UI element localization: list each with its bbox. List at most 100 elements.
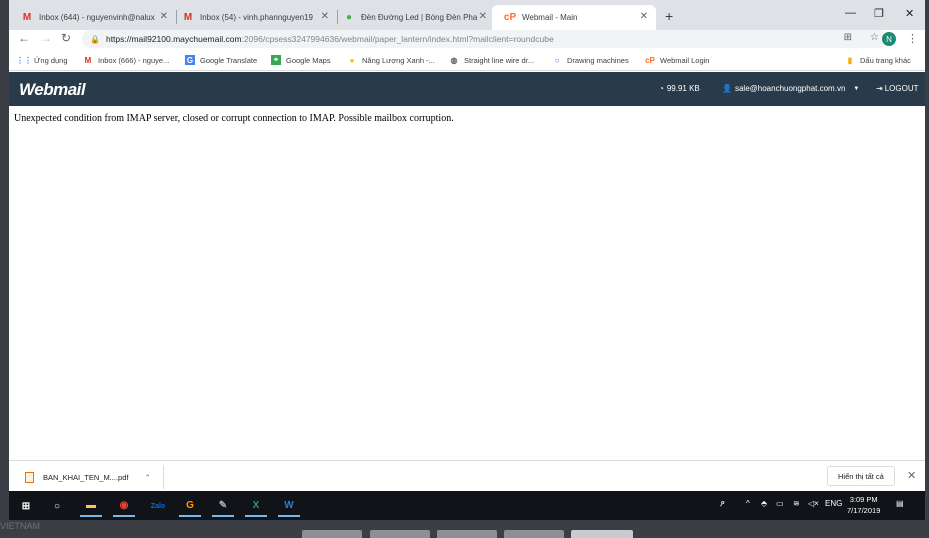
logout-label: LOGOUT bbox=[884, 84, 919, 93]
tab-webmail[interactable]: cP Webmail - Main ✕ bbox=[492, 5, 656, 30]
url-path: :2096/cpsess3247994636/webmail/paper_lan… bbox=[241, 34, 554, 44]
browser-window: M Inbox (644) - nguyenvinh@nalux ✕ M Inb… bbox=[9, 0, 925, 520]
close-icon[interactable]: ✕ bbox=[321, 11, 329, 22]
quota-indicator[interactable]: ◔ 99.91 KB bbox=[659, 84, 700, 93]
bookmark-label: Google Maps bbox=[286, 55, 331, 65]
more-menu-icon[interactable]: ⋮ bbox=[907, 32, 918, 45]
forward-button[interactable]: → bbox=[40, 31, 52, 45]
notification-icon[interactable]: ▤ bbox=[896, 499, 904, 508]
background-window bbox=[437, 530, 497, 538]
browser-toolbar: ← → ↻ 🔒 https://mail92100.maychuemail.co… bbox=[9, 30, 925, 50]
background-window bbox=[370, 530, 430, 538]
tab-title: Inbox (644) - nguyenvinh@nalux bbox=[39, 13, 155, 22]
bookmark-straight-line[interactable]: ◍ Straight line wire dr... bbox=[449, 55, 535, 65]
profile-avatar[interactable]: N bbox=[882, 32, 896, 46]
clock-date: 7/17/2019 bbox=[847, 506, 881, 515]
close-download-bar-icon[interactable]: ✕ bbox=[907, 469, 916, 482]
apps-grid-icon: ⋮⋮ bbox=[16, 55, 32, 65]
bookmark-other[interactable]: ▮ Dấu trang khác bbox=[845, 55, 911, 65]
user-email: sale@hoanchuongphat.com.vn bbox=[734, 84, 846, 93]
bookmarks-bar: ⋮⋮ Ứng dụng M Inbox (666) - nguye... G G… bbox=[9, 51, 925, 71]
tab-den-duong[interactable]: ● Đèn Đường Led | Bóng Đèn Pha ✕ bbox=[331, 5, 495, 30]
file-explorer-icon[interactable]: ▬ bbox=[80, 495, 102, 517]
chevron-up-icon[interactable]: ⌃ bbox=[144, 473, 150, 482]
download-item[interactable]: BAN_KHAI_TEN_M....pdf ⌃ bbox=[9, 465, 164, 489]
caret-down-icon: ▼ bbox=[853, 85, 860, 92]
clock[interactable]: 3:09 PM 7/17/2019 bbox=[847, 494, 880, 516]
gmail-icon: M bbox=[183, 12, 193, 23]
translate-icon[interactable]: ⊞ bbox=[844, 32, 852, 43]
windows-taskbar: ⊞ ○ ▬ ◉ Zalo G ✎ X W ዖ ^ ⬘ ▭ ≋ ◁× ENG 3:… bbox=[9, 491, 925, 520]
circle-icon: ○ bbox=[554, 55, 560, 65]
zalo-icon[interactable]: Zalo bbox=[147, 495, 169, 517]
bookmark-webmail-login[interactable]: cP Webmail Login bbox=[645, 55, 709, 65]
pdf-file-icon bbox=[25, 471, 34, 483]
wifi-icon[interactable]: ≋ bbox=[793, 499, 800, 508]
tab-strip: M Inbox (644) - nguyenvinh@nalux ✕ M Inb… bbox=[9, 0, 925, 30]
tab-title: Đèn Đường Led | Bóng Đèn Pha bbox=[361, 13, 478, 22]
search-circle-icon[interactable]: ○ bbox=[46, 495, 68, 517]
windows-start-icon[interactable]: ⊞ bbox=[15, 495, 37, 517]
bookmark-label: Google Translate bbox=[200, 55, 258, 65]
bookmark-drawing-machines[interactable]: ○ Drawing machines bbox=[552, 55, 629, 65]
address-bar[interactable]: 🔒 https://mail92100.maychuemail.com:2096… bbox=[82, 30, 887, 48]
webmail-logo[interactable]: Webmail bbox=[19, 80, 86, 100]
back-button[interactable]: ← bbox=[18, 31, 30, 45]
background-window bbox=[504, 530, 564, 538]
dropbox-icon[interactable]: ⬘ bbox=[761, 499, 767, 508]
background-window bbox=[571, 530, 633, 538]
bookmark-label: Webmail Login bbox=[660, 55, 710, 65]
new-tab-button[interactable]: + bbox=[665, 8, 673, 24]
gmail-icon: M bbox=[22, 12, 32, 23]
tab-gmail-2[interactable]: M Inbox (54) - vinh.phannguyen19 ✕ bbox=[170, 5, 337, 30]
close-icon[interactable]: ✕ bbox=[640, 11, 648, 22]
close-icon[interactable]: ✕ bbox=[160, 11, 168, 22]
word-icon[interactable]: W bbox=[278, 495, 300, 517]
excel-icon[interactable]: X bbox=[245, 495, 267, 517]
language-indicator[interactable]: ENG bbox=[825, 499, 842, 508]
logout-button[interactable]: ⇥ LOGOUT bbox=[876, 84, 918, 93]
maximize-button[interactable]: ❐ bbox=[874, 7, 884, 20]
bookmark-label: Ứng dụng bbox=[34, 55, 68, 65]
pie-chart-icon: ◔ bbox=[659, 84, 664, 93]
window-close-button[interactable]: ✕ bbox=[905, 7, 914, 20]
page-icon: ● bbox=[345, 12, 353, 23]
user-menu[interactable]: 👤 sale@hoanchuongphat.com.vn ▼ bbox=[722, 84, 859, 93]
bookmark-maps[interactable]: ⌖ Google Maps bbox=[271, 55, 331, 65]
url-host: https://mail92100.maychuemail.com bbox=[105, 34, 242, 44]
error-message: Unexpected condition from IMAP server, c… bbox=[14, 113, 454, 124]
download-filename: BAN_KHAI_TEN_M....pdf bbox=[43, 472, 129, 482]
cpanel-icon: cP bbox=[645, 55, 655, 65]
main-content: Unexpected condition from IMAP server, c… bbox=[9, 106, 925, 460]
chrome-icon[interactable]: ◉ bbox=[113, 495, 135, 517]
user-icon: 👤 bbox=[722, 84, 732, 93]
bookmark-nang-luong[interactable]: ● Năng Lượng Xanh -... bbox=[347, 55, 435, 65]
volume-icon[interactable]: ◁× bbox=[808, 499, 819, 508]
cpanel-icon: cP bbox=[503, 12, 517, 23]
star-icon[interactable]: ☆ bbox=[870, 32, 879, 43]
bookmark-inbox[interactable]: M Inbox (666) - nguye... bbox=[83, 55, 170, 65]
bookmark-apps[interactable]: ⋮⋮ Ứng dụng bbox=[16, 55, 68, 65]
close-icon[interactable]: ✕ bbox=[479, 11, 487, 22]
reload-button[interactable]: ↻ bbox=[61, 31, 71, 45]
lock-icon: 🔒 bbox=[90, 34, 100, 44]
tab-title: Webmail - Main bbox=[522, 13, 578, 22]
bookmark-label: Năng Lượng Xanh -... bbox=[362, 55, 435, 65]
people-icon[interactable]: ዖ bbox=[720, 499, 725, 509]
background-label: VIETNAM bbox=[0, 521, 41, 531]
minimize-button[interactable]: — bbox=[845, 7, 856, 19]
bookmark-label: Straight line wire dr... bbox=[464, 55, 535, 65]
clock-time: 3:09 PM bbox=[849, 495, 878, 504]
show-all-button[interactable]: Hiển thị tất cả bbox=[827, 466, 895, 486]
tab-gmail-1[interactable]: M Inbox (644) - nguyenvinh@nalux ✕ bbox=[9, 5, 176, 30]
background-window bbox=[302, 530, 362, 538]
battery-icon[interactable]: ▭ bbox=[776, 499, 784, 508]
chevron-up-icon[interactable]: ^ bbox=[746, 499, 750, 508]
desktop-background: VIETNAM bbox=[0, 520, 929, 538]
paint-icon[interactable]: ✎ bbox=[212, 495, 234, 517]
bookmark-translate[interactable]: G Google Translate bbox=[185, 55, 257, 65]
app-orange-icon[interactable]: G bbox=[179, 495, 201, 517]
bookmark-label: Inbox (666) - nguye... bbox=[98, 55, 170, 65]
globe-icon: ◍ bbox=[450, 55, 458, 65]
bookmark-label: Dấu trang khác bbox=[860, 55, 911, 65]
